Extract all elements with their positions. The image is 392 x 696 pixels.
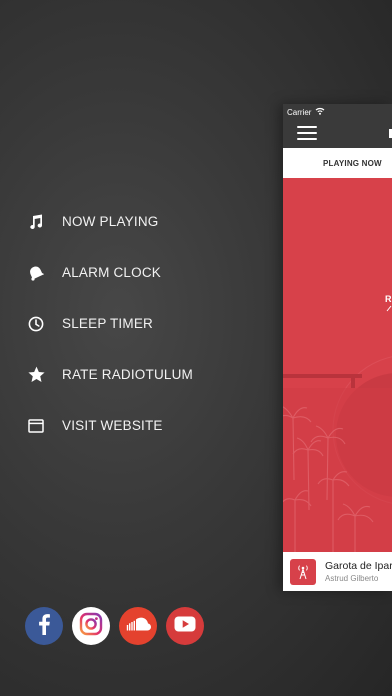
- facebook-button[interactable]: [25, 607, 63, 645]
- star-icon: [27, 366, 45, 384]
- track-title: Garota de Ipar: [325, 559, 392, 572]
- instagram-icon: [79, 612, 103, 641]
- mini-player[interactable]: Garota de Ipar Astrud Gilberto: [283, 552, 392, 591]
- menu-item-visit-website[interactable]: VISIT WEBSITE: [0, 400, 260, 451]
- app-tab-bar: PLAYING NOW: [283, 148, 392, 180]
- menu-item-label: SLEEP TIMER: [62, 316, 153, 331]
- social-links: [25, 607, 204, 645]
- svg-text:R: R: [385, 294, 392, 304]
- youtube-button[interactable]: [166, 607, 204, 645]
- side-menu: NOW PLAYING ALARM CLOCK SLEEP TIMER RATE…: [0, 196, 260, 451]
- carrier-label: Carrier: [287, 107, 312, 117]
- wifi-icon: [315, 107, 325, 117]
- browser-window-icon: [27, 417, 45, 435]
- app-panel-preview[interactable]: Carrier PLAYING NOW R Garota de Ipar Ast…: [283, 104, 392, 591]
- instagram-button[interactable]: [72, 607, 110, 645]
- menu-item-rate-radiotulum[interactable]: RATE RADIOTULUM: [0, 349, 260, 400]
- menu-item-label: ALARM CLOCK: [62, 265, 161, 280]
- soundcloud-button[interactable]: [119, 607, 157, 645]
- track-artist: Astrud Gilberto: [325, 573, 379, 583]
- hamburger-menu-icon[interactable]: [297, 126, 317, 140]
- tab-playing-now[interactable]: PLAYING NOW: [323, 159, 382, 168]
- facebook-icon: [37, 613, 51, 640]
- status-bar: Carrier: [283, 104, 392, 120]
- menu-item-label: RATE RADIOTULUM: [62, 367, 194, 382]
- alarm-bell-icon: [27, 264, 45, 282]
- menu-item-label: VISIT WEBSITE: [62, 418, 163, 433]
- menu-item-now-playing[interactable]: NOW PLAYING: [0, 196, 260, 247]
- radio-tower-icon: [290, 558, 316, 585]
- music-note-icon: [27, 213, 45, 231]
- album-art-area: R: [283, 180, 392, 552]
- track-info: Garota de Ipar Astrud Gilberto: [325, 560, 392, 584]
- menu-item-alarm-clock[interactable]: ALARM CLOCK: [0, 247, 260, 298]
- soundcloud-icon: [125, 617, 151, 636]
- clock-icon: [27, 315, 45, 333]
- menu-item-sleep-timer[interactable]: SLEEP TIMER: [0, 298, 260, 349]
- menu-item-label: NOW PLAYING: [62, 214, 159, 229]
- app-nav-bar: [283, 120, 392, 148]
- youtube-icon: [174, 616, 196, 637]
